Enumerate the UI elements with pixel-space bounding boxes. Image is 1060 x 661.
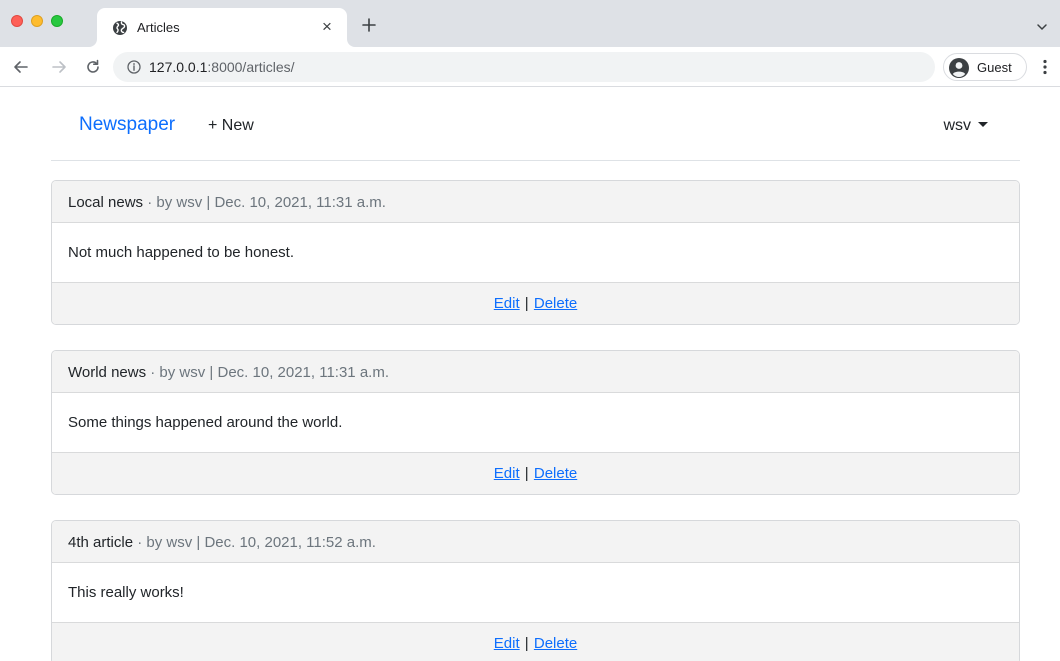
article-title: World news: [68, 364, 147, 381]
article-title: 4th article: [68, 534, 134, 551]
url-text: 127.0.0.1:8000/articles/: [149, 59, 295, 75]
action-separator: |: [524, 295, 529, 312]
arrow-right-icon[interactable]: [50, 58, 68, 76]
profile-label: Guest: [977, 60, 1012, 75]
delete-link[interactable]: Delete: [534, 635, 577, 652]
article-card: World news · by wsv | Dec. 10, 2021, 11:…: [51, 350, 1020, 495]
action-separator: |: [524, 635, 529, 652]
site-navbar: Newspaper + New wsv: [51, 88, 1020, 161]
article-header: 4th article · by wsv | Dec. 10, 2021, 11…: [52, 521, 1019, 563]
profile-button[interactable]: Guest: [943, 53, 1027, 81]
caret-down-icon: [978, 122, 988, 127]
delete-link[interactable]: Delete: [534, 295, 577, 312]
new-tab-plus-icon[interactable]: [360, 16, 378, 34]
article-header: World news · by wsv | Dec. 10, 2021, 11:…: [52, 351, 1019, 393]
page-content: Newspaper + New wsv Local news · by wsv …: [0, 88, 1060, 661]
article-meta: · by wsv | Dec. 10, 2021, 11:31 a.m.: [146, 364, 389, 381]
globe-icon: [113, 21, 127, 35]
kebab-menu-icon[interactable]: [1038, 58, 1052, 76]
arrow-left-icon[interactable]: [12, 58, 30, 76]
url-host: 127.0.0.1: [149, 59, 208, 75]
edit-link[interactable]: Edit: [494, 635, 520, 652]
article-title: Local news: [68, 194, 144, 211]
article-card: Local news · by wsv | Dec. 10, 2021, 11:…: [51, 180, 1020, 325]
window-zoom-button[interactable]: [51, 15, 63, 27]
info-icon[interactable]: [127, 60, 141, 74]
article-body: Some things happened around the world.: [68, 414, 343, 431]
article-meta: · by wsv | Dec. 10, 2021, 11:31 a.m.: [143, 194, 386, 211]
window-close-button[interactable]: [11, 15, 23, 27]
article-actions: Edit | Delete: [52, 622, 1019, 661]
tab-title: Articles: [137, 20, 180, 35]
user-name: wsv: [943, 117, 971, 134]
brand-link[interactable]: Newspaper: [79, 114, 175, 136]
article-meta: · by wsv | Dec. 10, 2021, 11:52 a.m.: [133, 534, 376, 551]
window-minimize-button[interactable]: [31, 15, 43, 27]
article-body: Not much happened to be honest.: [68, 244, 294, 261]
article-actions: Edit | Delete: [52, 282, 1019, 324]
browser-tab-articles[interactable]: Articles ×: [97, 8, 347, 47]
delete-link[interactable]: Delete: [534, 465, 577, 482]
avatar-icon: [949, 58, 969, 78]
article-header: Local news · by wsv | Dec. 10, 2021, 11:…: [52, 181, 1019, 223]
article-card: 4th article · by wsv | Dec. 10, 2021, 11…: [51, 520, 1020, 661]
new-article-link[interactable]: + New: [208, 117, 254, 135]
browser-toolbar: 127.0.0.1:8000/articles/ Guest: [0, 47, 1060, 87]
action-separator: |: [524, 465, 529, 482]
reload-icon[interactable]: [84, 58, 102, 76]
address-bar[interactable]: 127.0.0.1:8000/articles/: [113, 52, 935, 82]
url-path: :8000/articles/: [207, 59, 295, 75]
browser-tabstrip: Articles ×: [0, 0, 1060, 47]
article-actions: Edit | Delete: [52, 452, 1019, 494]
tab-search-chevron-down-icon[interactable]: [1036, 22, 1048, 32]
edit-link[interactable]: Edit: [494, 295, 520, 312]
tab-close-icon[interactable]: ×: [319, 17, 335, 37]
user-dropdown[interactable]: wsv: [943, 117, 988, 135]
article-body: This really works!: [68, 584, 184, 601]
edit-link[interactable]: Edit: [494, 465, 520, 482]
